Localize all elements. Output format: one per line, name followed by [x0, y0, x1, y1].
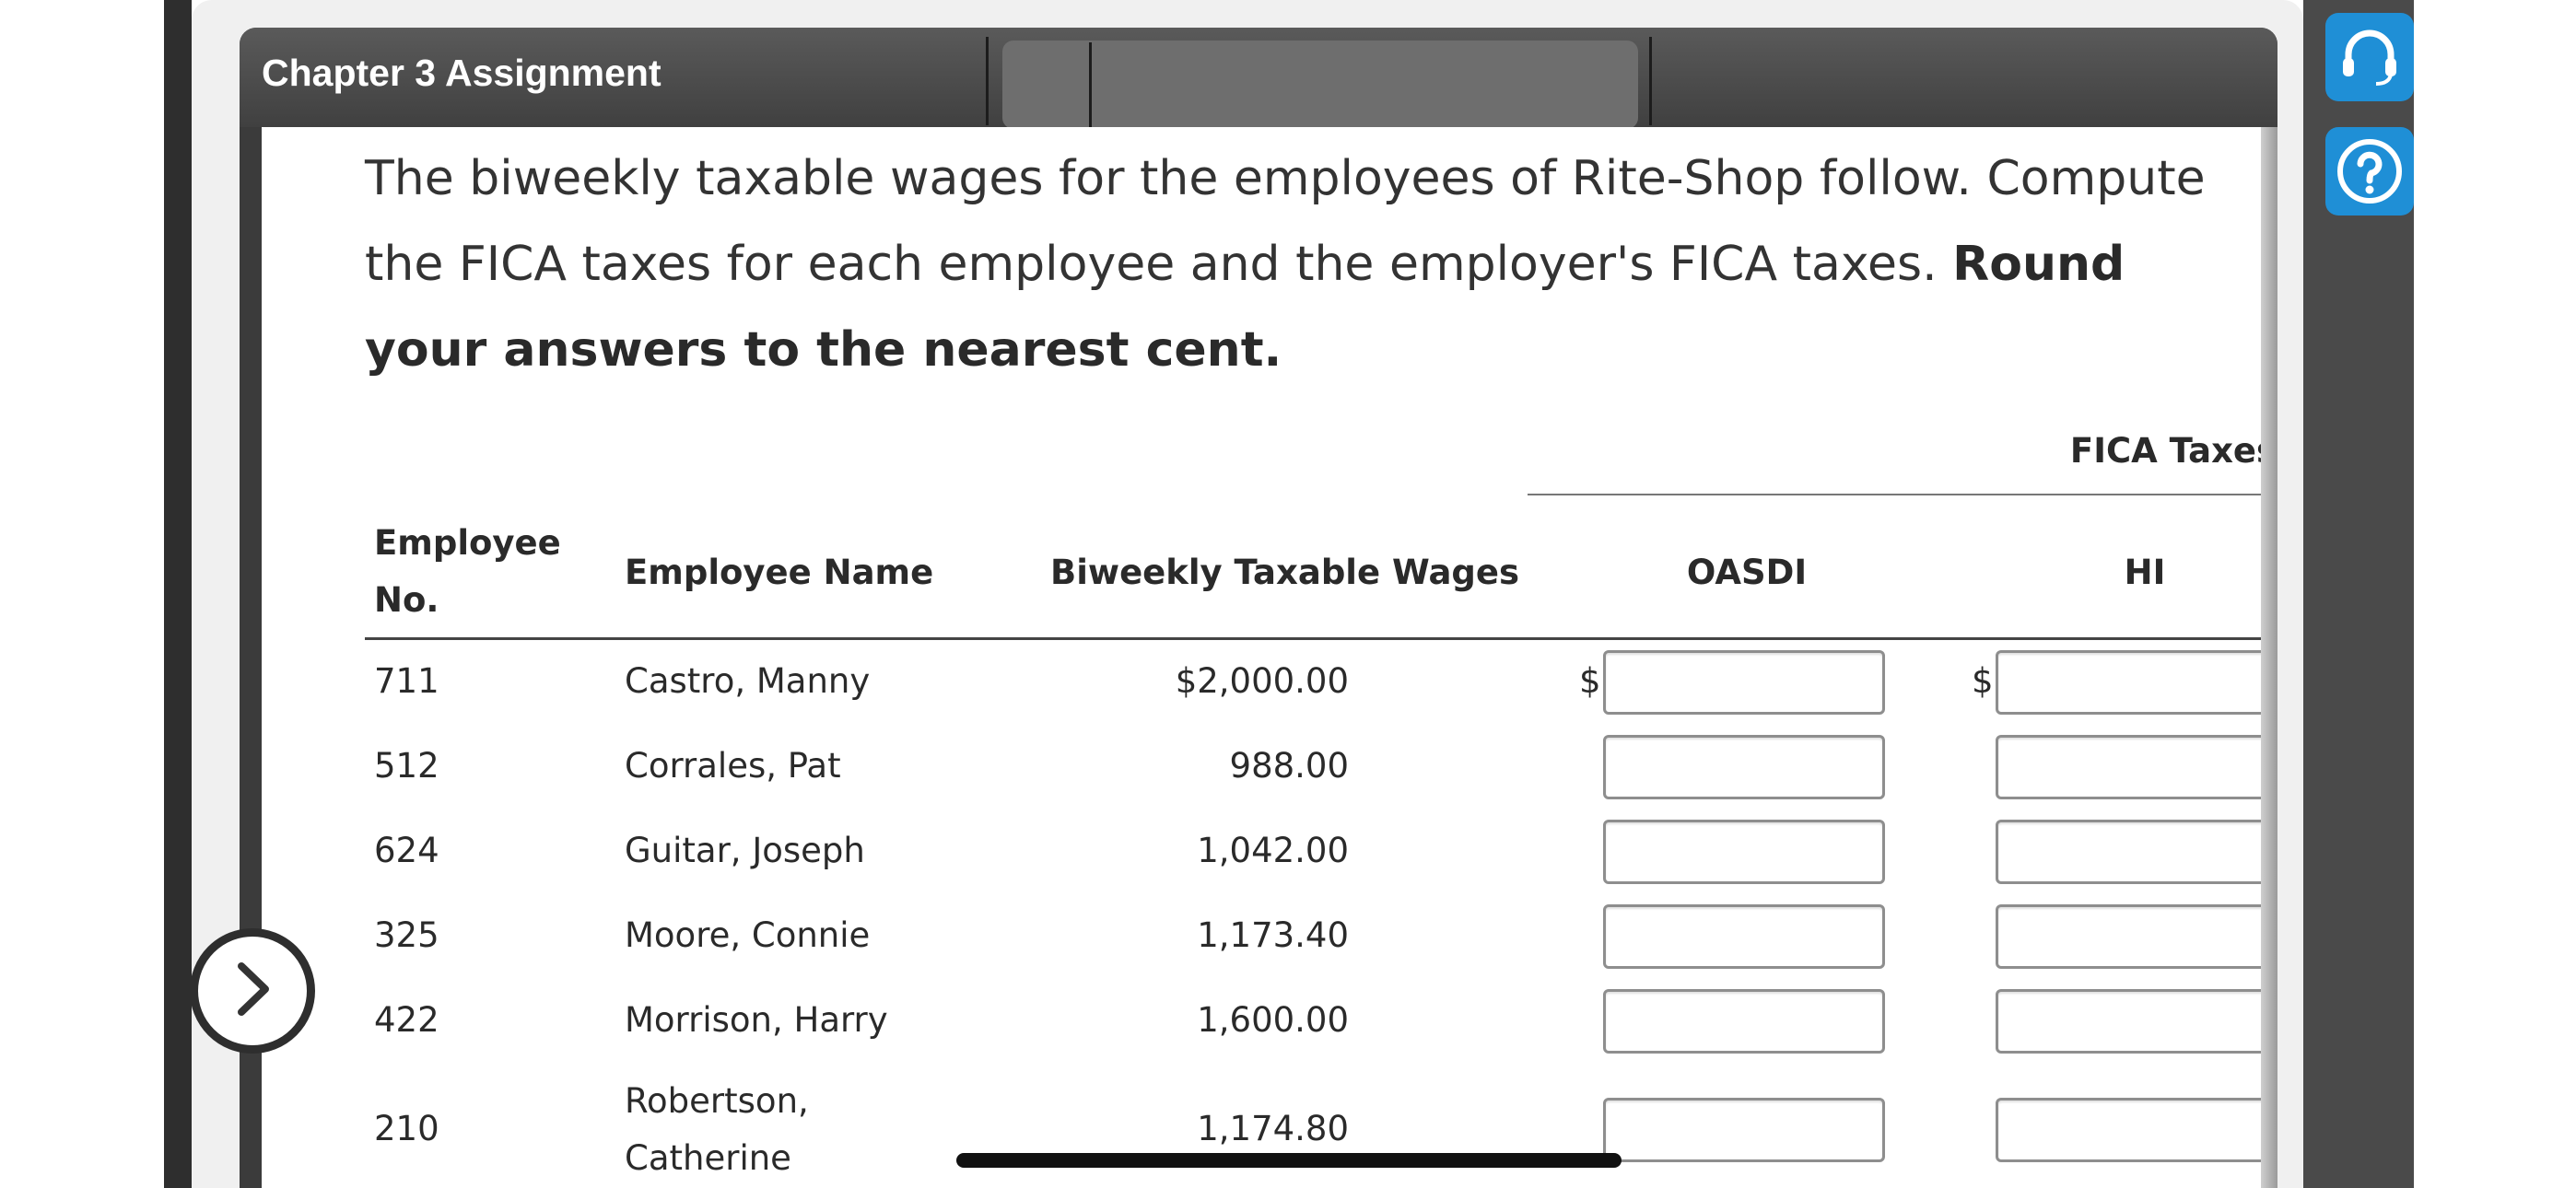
- employee-no: 512: [374, 746, 439, 786]
- employee-name-line2: Catherine: [625, 1138, 791, 1178]
- header-divider: [1649, 37, 1652, 125]
- oasdi-input[interactable]: [1603, 820, 1885, 884]
- employee-no: 210: [374, 1109, 439, 1148]
- employee-name: Guitar, Joseph: [625, 831, 865, 870]
- assignment-title: Chapter 3 Assignment: [262, 52, 662, 94]
- employee-no: 624: [374, 831, 439, 870]
- hi-input[interactable]: [1996, 820, 2261, 884]
- employee-name: Moore, Connie: [625, 915, 871, 955]
- screen: Chapter 3 Assignment The biweekly taxabl…: [0, 0, 2576, 1188]
- header-divider: [1089, 42, 1092, 131]
- biweekly-wages: 988.00: [1229, 746, 1349, 786]
- column-employee-no-line1: Employee: [374, 523, 561, 563]
- employee-name-line1: Robertson,: [625, 1081, 809, 1121]
- column-employee-no-line2: No.: [374, 580, 439, 620]
- header-divider: [986, 37, 989, 125]
- next-button[interactable]: [190, 928, 315, 1054]
- header-rule: [365, 637, 2261, 640]
- employee-no: 325: [374, 915, 439, 955]
- home-indicator[interactable]: [956, 1153, 1622, 1168]
- hi-input[interactable]: [1996, 904, 2261, 969]
- employee-no: 711: [374, 661, 439, 701]
- oasdi-input[interactable]: [1603, 1098, 1885, 1162]
- currency-symbol: $: [1972, 661, 1994, 701]
- employee-name: Morrison, Harry: [625, 1000, 888, 1040]
- employee-name: Castro, Manny: [625, 661, 871, 701]
- help-button[interactable]: [2325, 127, 2414, 215]
- column-hi: HI: [2124, 553, 2166, 592]
- chevron-right-icon: [225, 957, 280, 1025]
- oasdi-input[interactable]: [1603, 904, 1885, 969]
- hi-input[interactable]: [1996, 989, 2261, 1054]
- oasdi-input[interactable]: [1603, 989, 1885, 1054]
- currency-symbol: $: [1579, 661, 1601, 701]
- oasdi-input[interactable]: [1603, 735, 1885, 799]
- column-employee-name: Employee Name: [625, 553, 934, 592]
- employee-name: Corrales, Pat: [625, 746, 841, 786]
- support-button[interactable]: [2325, 13, 2414, 101]
- oasdi-input[interactable]: [1603, 650, 1885, 715]
- hi-input[interactable]: [1996, 650, 2261, 715]
- help-question-icon: [2335, 136, 2405, 206]
- column-oasdi: OASDI: [1686, 553, 1808, 592]
- column-biweekly-wages: Biweekly Taxable Wages: [1050, 553, 1520, 592]
- question-body: The biweekly taxable wages for the emplo…: [365, 151, 2206, 292]
- biweekly-wages: 1,042.00: [1197, 831, 1349, 870]
- biweekly-wages: 1,173.40: [1197, 915, 1349, 955]
- employee-no: 422: [374, 1000, 439, 1040]
- fica-taxes-header: FICA Taxes: [2069, 431, 2261, 471]
- content-edge-shadow: [2261, 127, 2277, 1188]
- question-text: The biweekly taxable wages for the emplo…: [365, 136, 2244, 393]
- question-content: The biweekly taxable wages for the emplo…: [262, 127, 2261, 1188]
- header-dropdown-button[interactable]: [1002, 41, 1638, 129]
- biweekly-wages: 1,600.00: [1197, 1000, 1349, 1040]
- biweekly-wages: 1,174.80: [1197, 1109, 1349, 1148]
- group-header-rule: [1528, 494, 2261, 495]
- device-frame-left: [164, 0, 192, 1188]
- hi-input[interactable]: [1996, 735, 2261, 799]
- biweekly-wages: $2,000.00: [1175, 661, 1349, 701]
- hi-input[interactable]: [1996, 1098, 2261, 1162]
- headset-icon: [2336, 23, 2404, 91]
